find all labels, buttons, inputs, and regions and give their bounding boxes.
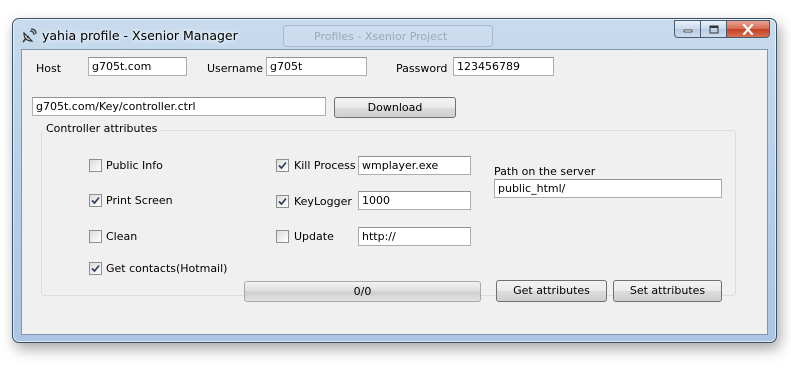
maximize-icon <box>709 25 718 33</box>
keylogger-label[interactable]: KeyLogger <box>294 195 352 208</box>
minimize-button[interactable] <box>674 20 700 38</box>
kill-process-checkbox[interactable] <box>276 159 289 172</box>
close-icon <box>742 23 754 35</box>
keylogger-checkbox[interactable] <box>276 195 289 208</box>
close-button[interactable] <box>726 20 770 38</box>
download-button[interactable]: Download <box>334 97 456 118</box>
public-info-label[interactable]: Public Info <box>106 159 163 172</box>
print-screen-label[interactable]: Print Screen <box>106 194 173 207</box>
progress-bar: 0/0 <box>244 281 481 302</box>
server-path-input[interactable]: public_html/ <box>494 179 722 198</box>
window-title: yahia profile - Xsenior Manager <box>42 28 238 43</box>
title-bar[interactable]: yahia profile - Xsenior Manager Profiles… <box>13 19 776 49</box>
set-attributes-button[interactable]: Set attributes <box>613 280 722 302</box>
clean-checkbox[interactable] <box>89 230 102 243</box>
username-label: Username <box>207 62 264 75</box>
progress-text: 0/0 <box>353 285 372 298</box>
kill-process-input[interactable]: wmplayer.exe <box>358 156 471 175</box>
get-attributes-button[interactable]: Get attributes <box>496 280 607 302</box>
checkmark-icon <box>278 197 287 206</box>
password-label: Password <box>396 62 448 75</box>
get-contacts-checkbox[interactable] <box>89 262 102 275</box>
host-input[interactable]: g705t.com <box>88 57 187 76</box>
update-label[interactable]: Update <box>294 230 334 243</box>
satellite-dish-icon <box>22 28 37 43</box>
minimize-icon <box>683 29 692 33</box>
username-input[interactable]: g705t <box>266 57 367 76</box>
app-window: yahia profile - Xsenior Manager Profiles… <box>12 18 777 343</box>
client-area: Host g705t.com Username g705t Password 1… <box>21 49 768 335</box>
server-path-label: Path on the server <box>494 165 596 178</box>
checkmark-icon <box>278 161 287 170</box>
get-contacts-label[interactable]: Get contacts(Hotmail) <box>106 262 227 275</box>
controller-attributes-title: Controller attributes <box>43 122 161 135</box>
caption-buttons <box>674 20 770 39</box>
checkmark-icon <box>91 264 100 273</box>
maximize-button[interactable] <box>700 20 726 38</box>
kill-process-label[interactable]: Kill Process <box>294 159 356 172</box>
keylogger-input[interactable]: 1000 <box>358 191 471 210</box>
update-checkbox[interactable] <box>276 230 289 243</box>
public-info-checkbox[interactable] <box>89 159 102 172</box>
update-input[interactable]: http:// <box>358 227 471 246</box>
password-input[interactable]: 123456789 <box>453 57 554 76</box>
host-label: Host <box>36 62 62 75</box>
checkmark-icon <box>91 196 100 205</box>
background-window-title: Profiles - Xsenior Project <box>283 25 493 47</box>
print-screen-checkbox[interactable] <box>89 194 102 207</box>
clean-label[interactable]: Clean <box>106 230 137 243</box>
controller-path-input[interactable]: g705t.com/Key/controller.ctrl <box>32 97 326 116</box>
